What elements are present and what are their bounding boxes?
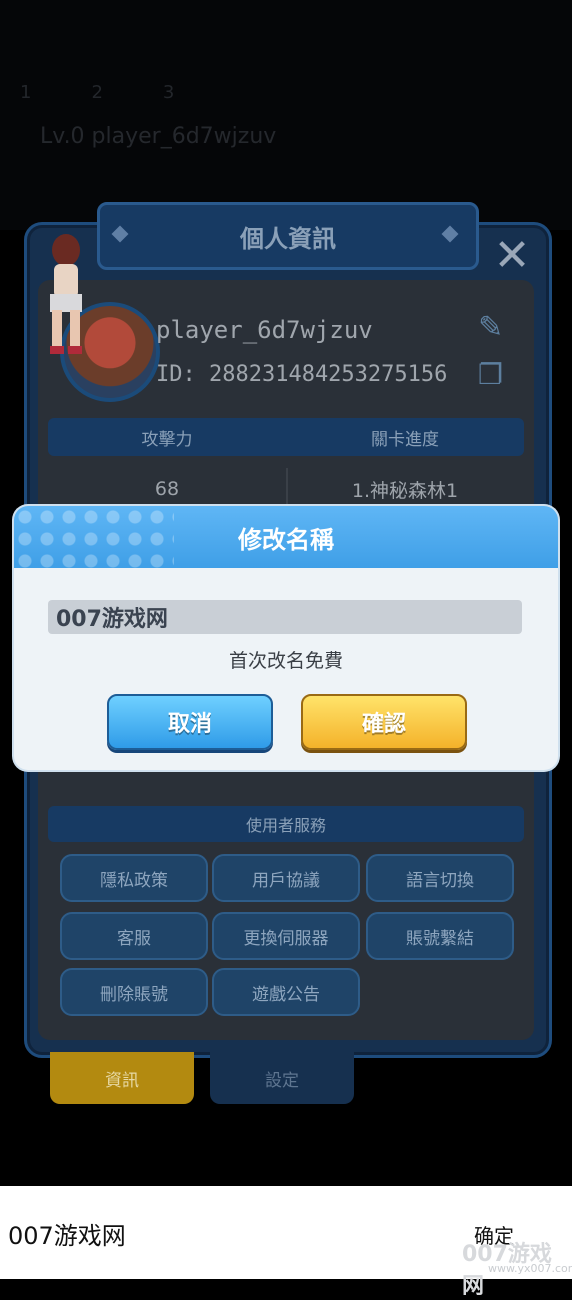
background-resources: 1 2 3 <box>20 72 560 112</box>
panel-header: 個人資訊 <box>97 202 479 270</box>
watermark-url: www.yx007.com <box>488 1262 572 1275</box>
resource-1: 1 <box>20 81 32 103</box>
stats-header: 攻擊力 關卡進度 <box>48 418 524 456</box>
player-id: ID: 288231484253275156 <box>156 362 448 387</box>
services-header: 使用者服務 <box>48 806 524 842</box>
services-title: 使用者服務 <box>245 816 326 835</box>
stat-value-attack: 68 <box>154 478 180 500</box>
language-switch-button[interactable]: 語言切換 <box>366 854 514 902</box>
tab-info[interactable]: 資訊 <box>50 1052 194 1104</box>
resource-3: 3 <box>162 81 175 103</box>
tab-settings[interactable]: 設定 <box>210 1052 354 1104</box>
account-binding-button[interactable]: 賬號繫結 <box>366 912 514 960</box>
delete-account-button[interactable]: 刪除賬號 <box>60 968 208 1016</box>
privacy-policy-button[interactable]: 隱私政策 <box>60 854 208 902</box>
background-level: Lv.0 player_6d7wjzuv <box>40 124 277 149</box>
dialog-title: 修改名稱 <box>238 525 334 554</box>
stat-value-progress: 1.神秘森林1 <box>351 479 459 502</box>
resource-2: 2 <box>91 81 103 103</box>
stats-divider <box>286 468 288 508</box>
copy-icon[interactable]: ❐ <box>478 358 512 392</box>
player-name: player_6d7wjzuv <box>156 316 373 344</box>
close-icon[interactable]: ✕ <box>490 234 534 278</box>
rename-dialog: 修改名稱 首次改名免費 取消 確認 <box>14 506 558 770</box>
free-rename-hint: 首次改名免費 <box>228 650 343 672</box>
confirm-button[interactable]: 確認 <box>301 694 467 750</box>
game-announcement-button[interactable]: 遊戲公告 <box>212 968 360 1016</box>
dialog-header: 修改名稱 <box>14 506 558 568</box>
cancel-button[interactable]: 取消 <box>107 694 273 750</box>
customer-service-button[interactable]: 客服 <box>60 912 208 960</box>
panel-title: 個人資訊 <box>240 224 336 253</box>
edit-icon[interactable]: ✎ <box>478 310 512 345</box>
input-bar: 007游戏网 确定 007游戏网 www.yx007.com <box>0 1186 572 1299</box>
name-input[interactable] <box>48 600 522 634</box>
header-pattern <box>14 506 174 568</box>
input-bar-text[interactable]: 007游戏网 <box>8 1216 126 1251</box>
character-sprite-icon <box>50 234 82 354</box>
background-area <box>0 0 572 230</box>
stat-label-attack: 攻擊力 <box>141 429 193 450</box>
change-server-button[interactable]: 更換伺服器 <box>212 912 360 960</box>
user-agreement-button[interactable]: 用戶協議 <box>212 854 360 902</box>
stat-label-progress: 關卡進度 <box>371 429 439 450</box>
